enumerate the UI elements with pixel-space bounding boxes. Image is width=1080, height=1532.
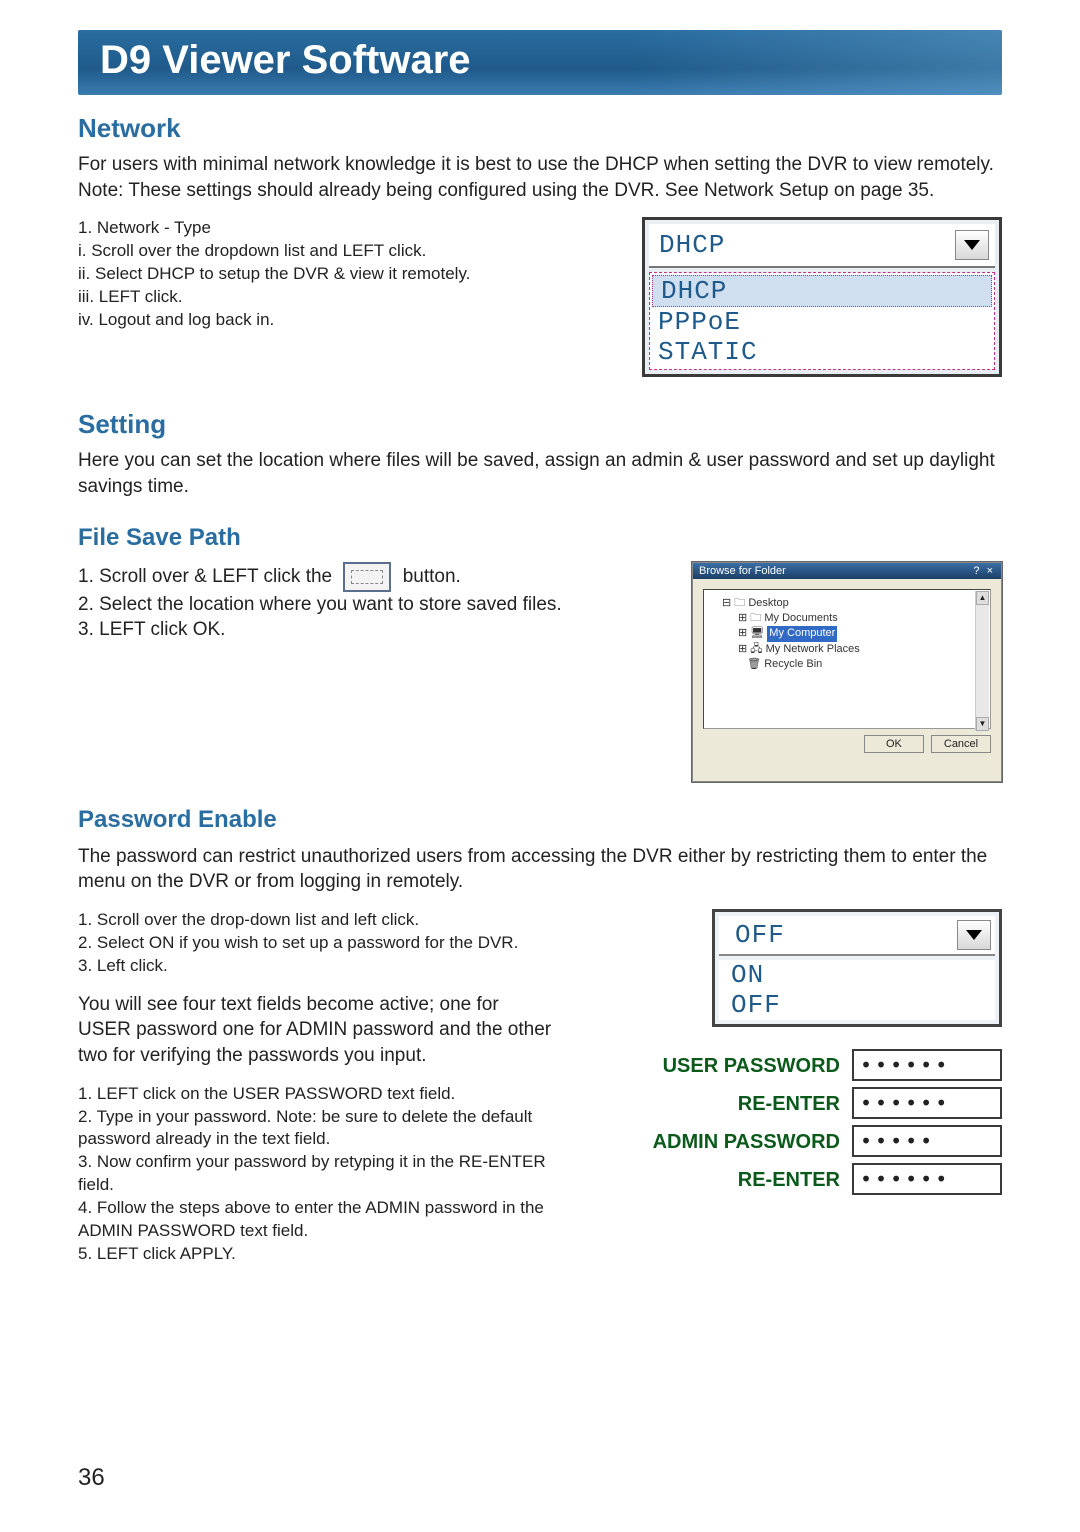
dropdown-option-static[interactable]: STATIC bbox=[650, 337, 994, 367]
filesave-heading: File Save Path bbox=[78, 524, 1002, 552]
cancel-button[interactable]: Cancel bbox=[931, 735, 991, 753]
dropdown-option-dhcp[interactable]: DHCP bbox=[652, 275, 992, 307]
user-password-label: USER PASSWORD bbox=[572, 1049, 844, 1081]
password-fields: USER PASSWORD •••••• RE-ENTER •••••• ADM… bbox=[572, 1049, 1002, 1201]
network-step-i: i. Scroll over the dropdown list and LEF… bbox=[78, 240, 622, 263]
page-title: D9 Viewer Software bbox=[100, 38, 471, 82]
admin-reenter-input[interactable]: •••••• bbox=[852, 1163, 1002, 1195]
network-step-iv: iv. Logout and log back in. bbox=[78, 309, 622, 332]
dialog-title: Browse for Folder bbox=[699, 565, 786, 577]
filesave-step3: 3. LEFT click OK. bbox=[78, 617, 672, 643]
tree-desktop[interactable]: Desktop bbox=[748, 597, 788, 609]
pw-p2: 2. Type in your password. Note: be sure … bbox=[78, 1106, 552, 1152]
onoff-selected: OFF bbox=[723, 920, 785, 950]
network-step-iii: iii. LEFT click. bbox=[78, 286, 622, 309]
onoff-on[interactable]: ON bbox=[719, 960, 995, 990]
admin-password-input[interactable]: ••••• bbox=[852, 1125, 1002, 1157]
pw-step3: 3. Left click. bbox=[78, 955, 552, 978]
password-heading: Password Enable bbox=[78, 806, 1002, 834]
tree-documents[interactable]: My Documents bbox=[764, 612, 837, 624]
network-intro: For users with minimal network knowledge… bbox=[78, 152, 1002, 203]
network-step-ii: ii. Select DHCP to setup the DVR & view … bbox=[78, 263, 622, 286]
pw-p4: 4. Follow the steps above to enter the A… bbox=[78, 1197, 552, 1243]
setting-heading: Setting bbox=[78, 409, 1002, 440]
chevron-down-icon[interactable] bbox=[955, 230, 989, 260]
user-reenter-label: RE-ENTER bbox=[572, 1087, 844, 1119]
admin-password-label: ADMIN PASSWORD bbox=[572, 1125, 844, 1157]
browse-button-icon[interactable] bbox=[343, 562, 391, 592]
tree-network[interactable]: My Network Places bbox=[766, 643, 860, 655]
tree-recycle[interactable]: Recycle Bin bbox=[764, 658, 822, 670]
setting-intro: Here you can set the location where file… bbox=[78, 448, 1002, 499]
pw-step2: 2. Select ON if you wish to set up a pas… bbox=[78, 932, 552, 955]
onoff-list[interactable]: ON OFF bbox=[719, 960, 995, 1020]
dropdown-selected: DHCP bbox=[659, 230, 725, 260]
password-intro: The password can restrict unauthorized u… bbox=[78, 844, 1002, 895]
onoff-off[interactable]: OFF bbox=[719, 990, 995, 1020]
password-enable-dropdown[interactable]: OFF ON OFF bbox=[712, 909, 1002, 1027]
folder-tree[interactable]: ⊟ 🗀 Desktop ⊞ 🗀 My Documents ⊞ 🖥 My Comp… bbox=[703, 589, 991, 729]
pw-p3: 3. Now confirm your password by retyping… bbox=[78, 1151, 552, 1197]
filesave-step1: 1. Scroll over & LEFT click the button. bbox=[78, 562, 672, 592]
scrollbar[interactable]: ▲ ▼ bbox=[975, 591, 989, 731]
page-title-bar: D9 Viewer Software bbox=[78, 30, 1002, 95]
network-type-dropdown[interactable]: DHCP DHCP PPPoE STATIC bbox=[642, 217, 1002, 377]
dropdown-list[interactable]: DHCP PPPoE STATIC bbox=[649, 272, 995, 370]
user-reenter-input[interactable]: •••••• bbox=[852, 1087, 1002, 1119]
chevron-down-icon[interactable] bbox=[957, 920, 991, 950]
scroll-down-icon[interactable]: ▼ bbox=[976, 717, 989, 731]
dropdown-option-pppoe[interactable]: PPPoE bbox=[650, 307, 994, 337]
pw-p1: 1. LEFT click on the USER PASSWORD text … bbox=[78, 1083, 552, 1106]
page-number: 36 bbox=[78, 1464, 105, 1492]
pw-p5: 5. LEFT click APPLY. bbox=[78, 1243, 552, 1266]
dialog-controls[interactable]: ? × bbox=[973, 565, 995, 577]
browse-folder-dialog[interactable]: Browse for Folder ? × ⊟ 🗀 Desktop ⊞ 🗀 My… bbox=[692, 562, 1002, 782]
pw-middle: You will see four text fields become act… bbox=[78, 992, 552, 1069]
filesave-step2: 2. Select the location where you want to… bbox=[78, 592, 672, 618]
scroll-up-icon[interactable]: ▲ bbox=[976, 591, 989, 605]
ok-button[interactable]: OK bbox=[864, 735, 924, 753]
user-password-input[interactable]: •••••• bbox=[852, 1049, 1002, 1081]
pw-step1: 1. Scroll over the drop-down list and le… bbox=[78, 909, 552, 932]
admin-reenter-label: RE-ENTER bbox=[572, 1163, 844, 1195]
filesave-step1-pre: 1. Scroll over & LEFT click the bbox=[78, 566, 332, 587]
filesave-step1-post: button. bbox=[403, 566, 461, 587]
network-heading: Network bbox=[78, 113, 1002, 144]
network-step-title: 1. Network - Type bbox=[78, 217, 622, 240]
tree-computer[interactable]: My Computer bbox=[767, 626, 837, 641]
